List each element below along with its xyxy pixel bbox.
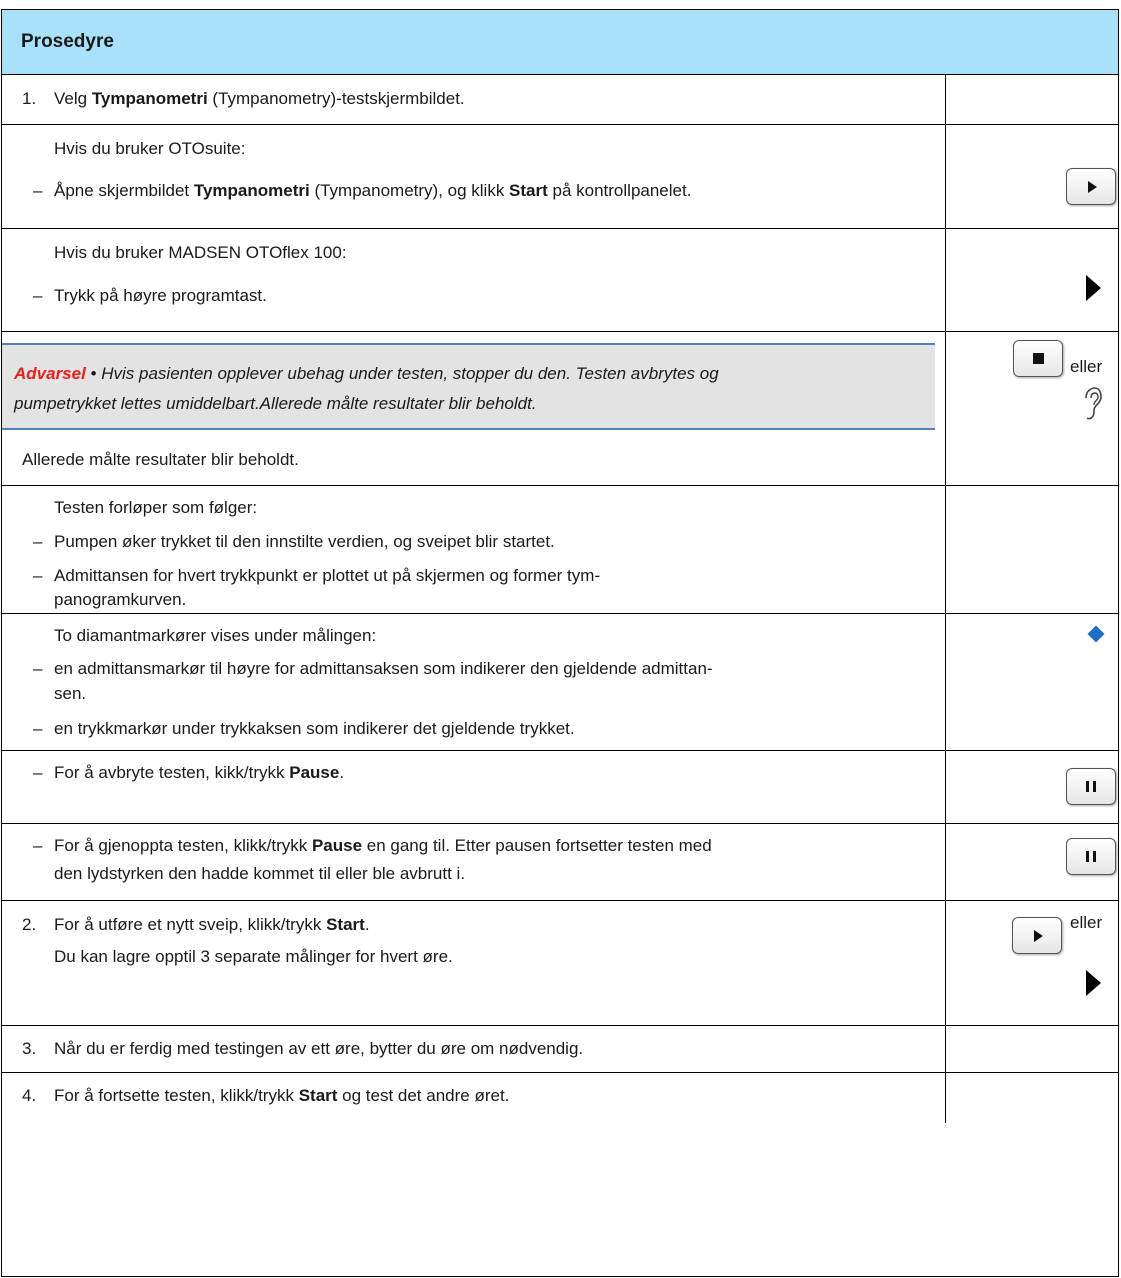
markers-item-2: en trykkmarkør under trykkaksen som indi… — [54, 719, 575, 738]
step-3-text: Når du er ferdig med testingen av ett ør… — [54, 1039, 584, 1058]
step-2-row: 2. For å utføre et nytt sveip, klikk/try… — [2, 901, 1118, 1026]
otosuite-instruction: Åpne skjermbildet Tympanometri (Tympanom… — [54, 181, 692, 200]
warning-box: Advarsel • Hvis pasienten opplever ubeha… — [2, 343, 935, 430]
step-3-row: 3. Når du er ferdig med testingen av ett… — [2, 1026, 1118, 1073]
pause-button[interactable] — [1066, 838, 1116, 875]
pause-1-text: For å avbryte testen, kikk/trykk Pause. — [54, 763, 345, 782]
process-intro: Testen forløper som følger: — [54, 498, 258, 517]
step-number: 4. — [22, 1086, 37, 1105]
step-2-text: For å utføre et nytt sveip, klikk/trykk … — [54, 915, 370, 934]
otoflex-instruction: Trykk på høyre programtast. — [54, 286, 267, 305]
pause-row-1: – For å avbryte testen, kikk/trykk Pause… — [2, 751, 1118, 824]
step-1-text: Velg Tympanometri (Tympanometry)-testskj… — [54, 89, 465, 108]
step-number: 1. — [22, 89, 37, 108]
list-dash: – — [33, 532, 43, 551]
otoflex-intro: Hvis du bruker MADSEN OTOflex 100: — [54, 243, 347, 262]
pause-row-2: – For å gjenoppta testen, klikk/trykk Pa… — [2, 824, 1118, 901]
pause-2-text-line-1: For å gjenoppta testen, klikk/trykk Paus… — [54, 836, 712, 855]
warning-text-line-1: • Hvis pasienten opplever ubehag under t… — [85, 364, 719, 383]
markers-item-1-line-1: en admittansmarkør til høyre for admitta… — [54, 659, 713, 678]
list-dash: – — [33, 659, 43, 678]
start-button[interactable] — [1066, 168, 1116, 205]
process-item-2-line-1: Admittansen for hvert trykkpunkt er plot… — [54, 566, 601, 585]
pause-2-text-line-2: den lydstyrken den hadde kommet til elle… — [54, 864, 466, 883]
list-dash: – — [33, 566, 43, 585]
ear-icon — [1085, 387, 1102, 420]
markers-intro: To diamantmarkører vises under målingen: — [54, 626, 377, 645]
list-dash: – — [33, 763, 43, 782]
process-item-2-line-2: panogramkurven. — [54, 590, 187, 609]
play-large-icon — [1086, 275, 1101, 301]
warning-row: Advarsel • Hvis pasienten opplever ubeha… — [2, 332, 1118, 486]
start-button[interactable] — [1012, 917, 1062, 954]
pause-icon — [1086, 851, 1096, 862]
step-1-row: 1. Velg Tympanometri (Tympanometry)-test… — [2, 75, 1118, 125]
procedure-table: Prosedyre 1. Velg Tympanometri (Tympanom… — [1, 9, 1119, 1277]
play-large-icon — [1086, 970, 1101, 996]
otosuite-row: Hvis du bruker OTOsuite: – Åpne skjermbi… — [2, 125, 1118, 229]
table-header: Prosedyre — [2, 10, 1118, 75]
header-title: Prosedyre — [21, 31, 114, 52]
warning-text-line-2: pumpetrykket lettes umiddelbart.Allerede… — [14, 394, 537, 413]
step-number: 2. — [22, 915, 37, 934]
stop-icon — [1032, 353, 1044, 364]
or-text: eller — [1070, 913, 1103, 932]
pause-icon — [1086, 781, 1096, 792]
list-dash: – — [33, 181, 43, 200]
step-4-text: For å fortsette testen, klikk/trykk Star… — [54, 1086, 510, 1105]
diamond-marker-icon — [1087, 625, 1105, 643]
list-dash: – — [33, 719, 43, 738]
markers-item-1-line-2: sen. — [54, 684, 87, 703]
or-text: eller — [1070, 357, 1103, 376]
warning-label: Advarsel — [14, 364, 86, 383]
step-4-row: 4. For å fortsette testen, klikk/trykk S… — [2, 1073, 1118, 1123]
play-icon — [1034, 929, 1043, 942]
otosuite-intro: Hvis du bruker OTOsuite: — [54, 139, 246, 158]
otoflex-row: Hvis du bruker MADSEN OTOflex 100: – Try… — [2, 229, 1118, 332]
process-row: Testen forløper som følger: – Pumpen øke… — [2, 486, 1118, 614]
process-item-1: Pumpen øker trykket til den innstilte ve… — [54, 532, 555, 551]
pause-button[interactable] — [1066, 768, 1116, 805]
list-dash: – — [33, 286, 43, 305]
step-2-note: Du kan lagre opptil 3 separate målinger … — [54, 947, 453, 966]
play-icon — [1088, 180, 1097, 193]
step-number: 3. — [22, 1039, 37, 1058]
list-dash: – — [33, 836, 43, 855]
stop-button[interactable] — [1013, 340, 1063, 377]
markers-row: To diamantmarkører vises under målingen:… — [2, 614, 1118, 751]
warning-after-text: Allerede målte resultater blir beholdt. — [22, 450, 299, 469]
